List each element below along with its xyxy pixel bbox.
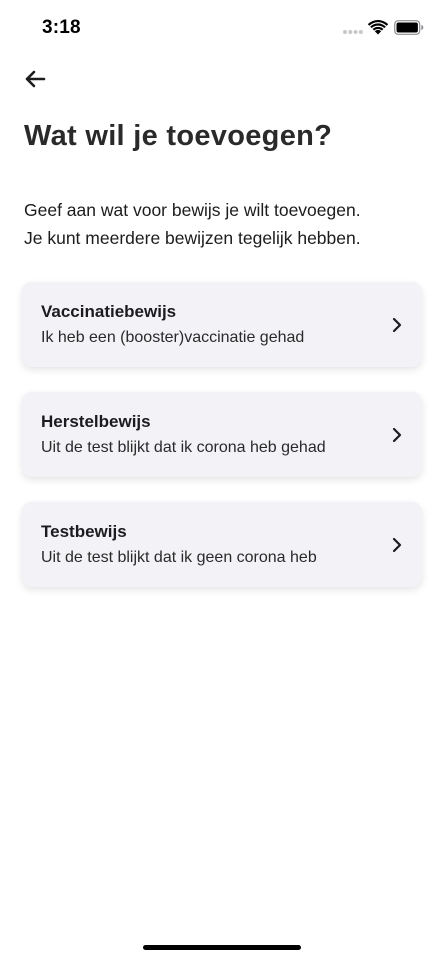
status-bar: 3:18	[0, 0, 444, 56]
option-subtitle: Uit de test blijkt dat ik corona heb geh…	[41, 439, 326, 456]
chevron-right-icon	[392, 317, 402, 333]
option-title: Vaccinatiebewijs	[41, 302, 177, 321]
description-line-1: Geef aan wat voor bewijs je wilt toevoeg…	[24, 200, 361, 220]
option-subtitle: Ik heb een (booster)vaccinatie gehad	[41, 329, 305, 346]
chevron-right-icon	[392, 427, 402, 443]
chevron-right-icon	[392, 537, 402, 553]
page-title: Wat wil je toevoegen?	[24, 120, 333, 152]
option-testbewijs[interactable]: Testbewijs Uit de test blijkt dat ik gee…	[22, 502, 422, 587]
battery-icon	[394, 20, 424, 35]
wifi-icon	[368, 20, 388, 35]
option-title: Testbewijs	[41, 522, 127, 541]
option-title: Herstelbewijs	[41, 412, 151, 431]
screen: 3:18 Wat wil je toevoegen? Geef aan wat …	[0, 0, 444, 960]
status-time: 3:18	[42, 17, 81, 38]
option-list: Vaccinatiebewijs Ik heb een (booster)vac…	[22, 282, 422, 612]
option-herstelbewijs[interactable]: Herstelbewijs Uit de test blijkt dat ik …	[22, 392, 422, 477]
description-line-2: Je kunt meerdere bewijzen tegelijk hebbe…	[24, 228, 361, 248]
signal-icon	[343, 30, 363, 34]
option-subtitle: Uit de test blijkt dat ik geen corona he…	[41, 549, 317, 566]
option-vaccinatiebewijs[interactable]: Vaccinatiebewijs Ik heb een (booster)vac…	[22, 282, 422, 367]
back-button[interactable]	[18, 62, 52, 96]
arrow-left-icon	[25, 70, 46, 88]
page-description: Geef aan wat voor bewijs je wilt toevoeg…	[24, 196, 424, 252]
home-indicator[interactable]	[143, 945, 301, 950]
